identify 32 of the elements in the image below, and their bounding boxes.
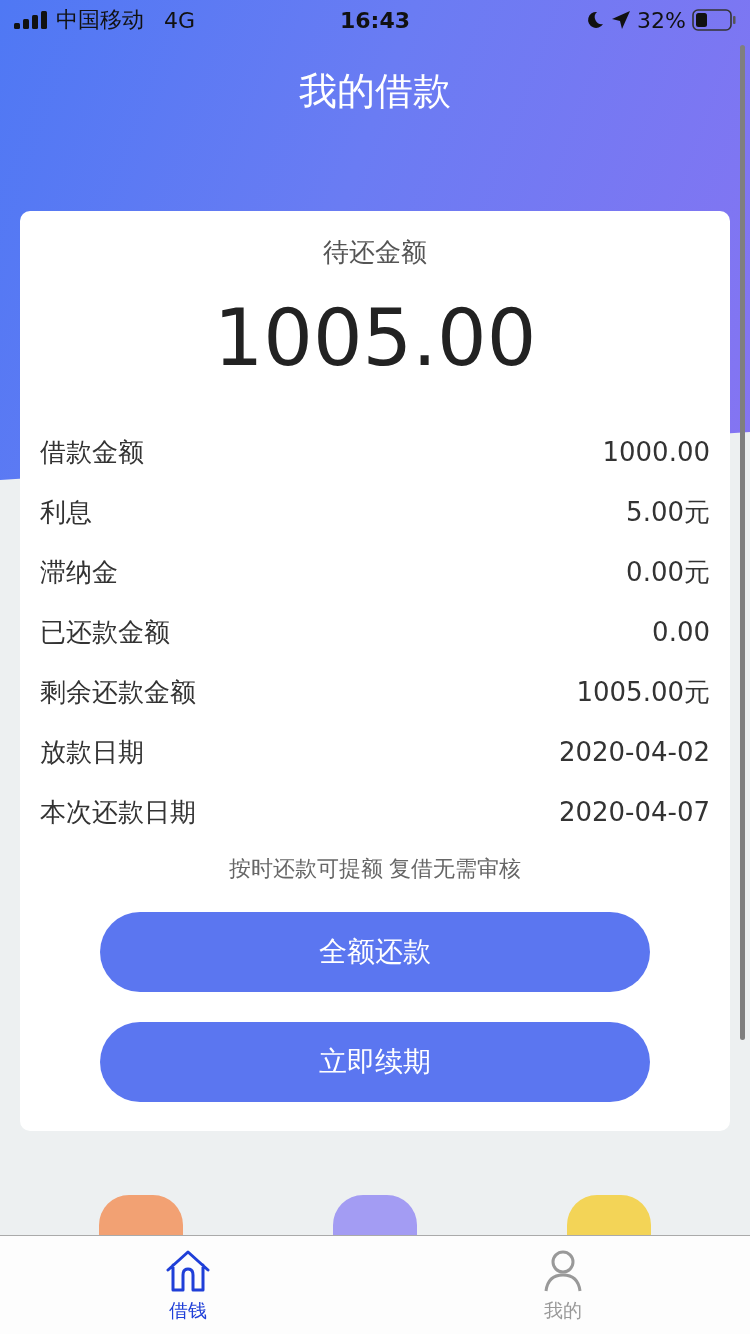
detail-value: 0.00元 — [626, 555, 710, 589]
detail-value: 0.00 — [652, 617, 710, 647]
home-icon — [164, 1250, 211, 1292]
battery-icon — [692, 9, 736, 31]
detail-value: 5.00元 — [626, 495, 710, 529]
amount-due: 1005.00 — [213, 292, 537, 385]
network-type: 4G — [164, 7, 196, 33]
carrier-name: 中国移动 — [56, 6, 144, 34]
detail-label: 剩余还款金额 — [40, 675, 196, 709]
action-button[interactable]: 全额还款 — [100, 912, 650, 992]
amount-label: 待还金额 — [323, 236, 427, 269]
signal-icon — [14, 11, 48, 29]
notice-text: 按时还款可提额 复借无需审核 — [228, 855, 522, 883]
battery-percent: 32% — [637, 7, 686, 33]
detail-value: 2020-04-02 — [558, 737, 710, 767]
action-button[interactable]: 立即续期 — [100, 1022, 650, 1102]
detail-value: 1005.00元 — [576, 675, 710, 709]
status-time: 16:43 — [340, 7, 410, 33]
detail-label: 本次还款日期 — [40, 795, 196, 829]
detail-value: 1000.00 — [602, 437, 710, 467]
detail-label: 借款金额 — [40, 435, 144, 469]
detail-label: 利息 — [40, 495, 92, 529]
moon-icon — [585, 10, 606, 30]
detail-label: 放款日期 — [40, 735, 144, 769]
detail-value: 2020-04-07 — [558, 797, 710, 827]
detail-label: 已还款金额 — [40, 615, 170, 649]
location-arrow-icon — [611, 10, 632, 30]
tab[interactable]: 借钱 — [127, 1236, 248, 1334]
tab[interactable]: 我的 — [502, 1236, 623, 1334]
person-icon — [542, 1250, 583, 1292]
page-title: 我的借款 — [299, 68, 451, 115]
detail-label: 滞纳金 — [40, 555, 118, 589]
